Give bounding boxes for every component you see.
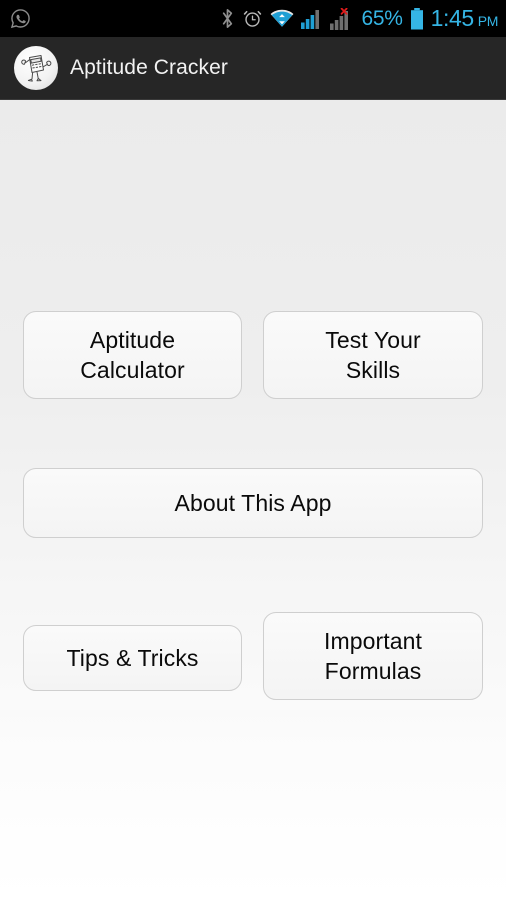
clock: 1:45 PM <box>430 5 499 32</box>
button-test-your-skills-label: Test Your Skills <box>319 325 427 385</box>
whatsapp-icon <box>10 8 31 29</box>
clock-ampm: PM <box>477 13 499 29</box>
button-label-line1: Aptitude <box>89 327 176 353</box>
button-about-this-app[interactable]: About This App <box>23 468 483 538</box>
battery-icon <box>410 7 424 30</box>
button-tips-and-tricks-label: Tips & Tricks <box>66 645 199 671</box>
button-aptitude-calculator-label: Aptitude Calculator <box>74 325 191 385</box>
signal-bars-no-service-icon <box>330 7 354 30</box>
button-label-line2: Calculator <box>80 357 185 383</box>
button-important-formulas-label: Important Formulas <box>318 626 428 686</box>
status-bar-system-icons: 65% 1:45 PM <box>220 5 498 32</box>
alarm-clock-icon <box>242 8 263 29</box>
clock-time: 1:45 <box>430 5 475 31</box>
button-test-your-skills[interactable]: Test Your Skills <box>263 311 483 399</box>
main-content: Aptitude Calculator Test Your Skills Abo… <box>0 100 506 900</box>
button-about-this-app-label: About This App <box>174 490 332 516</box>
button-tips-and-tricks[interactable]: Tips & Tricks <box>23 625 242 691</box>
wifi-icon <box>270 9 294 28</box>
button-label-line2: Formulas <box>324 658 422 684</box>
battery-percent-label: 65% <box>361 6 403 30</box>
app-logo-calculator-mascot-icon[interactable] <box>14 46 58 90</box>
button-aptitude-calculator[interactable]: Aptitude Calculator <box>23 311 242 399</box>
button-important-formulas[interactable]: Important Formulas <box>263 612 483 700</box>
page-title: Aptitude Cracker <box>70 56 229 79</box>
signal-bars-icon <box>301 9 323 29</box>
status-bar-notifications <box>10 8 31 29</box>
button-label-line1: Test Your <box>325 327 421 353</box>
app-screen: 65% 1:45 PM Aptitude Cracker Aptitude Ca… <box>0 0 506 900</box>
bluetooth-icon <box>220 8 235 29</box>
button-label-line1: Important <box>323 628 423 654</box>
button-label-line2: Skills <box>345 357 401 383</box>
status-bar: 65% 1:45 PM <box>0 0 506 37</box>
action-bar: Aptitude Cracker <box>0 37 506 100</box>
